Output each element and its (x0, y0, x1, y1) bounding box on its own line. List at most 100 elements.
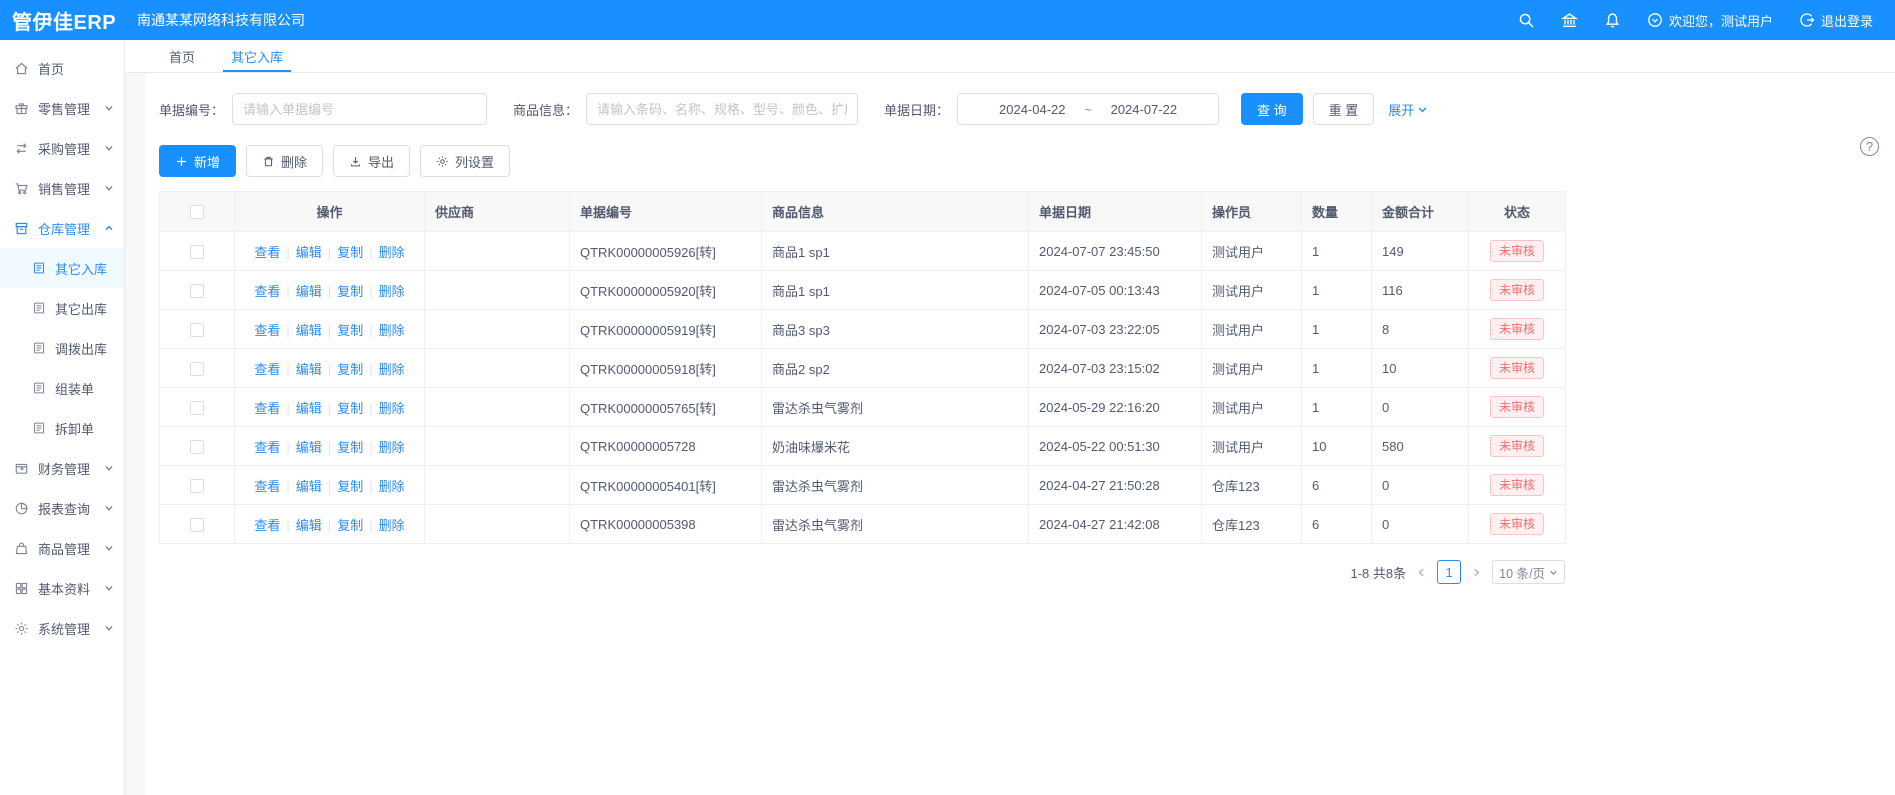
sidebar-item-sales[interactable]: 销售管理 (0, 168, 124, 208)
column-settings-button[interactable]: 列设置 (420, 145, 510, 177)
edit-link[interactable]: 编辑 (296, 323, 322, 338)
date-from-input[interactable] (984, 102, 1080, 117)
search-icon[interactable] (1518, 12, 1535, 29)
sidebar-item-retail[interactable]: 零售管理 (0, 88, 124, 128)
export-button[interactable]: 导出 (333, 145, 410, 177)
sidebar-item-finance[interactable]: 财务管理 (0, 448, 124, 488)
bank-icon[interactable] (1561, 12, 1578, 29)
row-checkbox[interactable] (190, 284, 204, 298)
view-link[interactable]: 查看 (254, 518, 280, 533)
delete-link[interactable]: 删除 (379, 479, 405, 494)
copy-link[interactable]: 复制 (337, 440, 363, 455)
supplier-cell (425, 427, 570, 466)
sidebar-item-purchase[interactable]: 采购管理 (0, 128, 124, 168)
sidebar-item-basic-data[interactable]: 基本资料 (0, 568, 124, 608)
row-checkbox[interactable] (190, 479, 204, 493)
view-link[interactable]: 查看 (254, 245, 280, 260)
doc-no-cell: QTRK00000005920[转] (570, 271, 762, 310)
edit-link[interactable]: 编辑 (296, 518, 322, 533)
sidebar-item-label: 调拨出库 (55, 339, 107, 358)
supplier-cell (425, 505, 570, 544)
sidebar-item-label: 零售管理 (38, 99, 90, 118)
sidebar-item-reports[interactable]: 报表查询 (0, 488, 124, 528)
delete-link[interactable]: 删除 (379, 401, 405, 416)
page-number[interactable]: 1 (1437, 560, 1461, 584)
qty-cell: 1 (1302, 271, 1372, 310)
view-link[interactable]: 查看 (254, 401, 280, 416)
operator-cell: 测试用户 (1202, 310, 1302, 349)
reset-button[interactable]: 重 置 (1313, 93, 1375, 125)
copy-link[interactable]: 复制 (337, 245, 363, 260)
expand-link[interactable]: 展开 (1388, 100, 1428, 119)
doc-no-cell: QTRK00000005919[转] (570, 310, 762, 349)
doc-no-input[interactable] (232, 93, 487, 125)
date-to-input[interactable] (1096, 102, 1192, 117)
prev-page-icon[interactable] (1416, 567, 1427, 578)
date-range-picker[interactable]: ~ (957, 93, 1219, 125)
edit-link[interactable]: 编辑 (296, 362, 322, 377)
copy-link[interactable]: 复制 (337, 323, 363, 338)
help-icon[interactable]: ? (1860, 137, 1879, 156)
row-checkbox[interactable] (190, 323, 204, 337)
copy-link[interactable]: 复制 (337, 284, 363, 299)
user-menu[interactable]: 欢迎您，测试用户 (1647, 11, 1773, 30)
home-icon (14, 61, 29, 76)
document-icon (32, 301, 46, 315)
tab-other-inbound[interactable]: 其它入库 (213, 40, 301, 72)
status-badge: 未审核 (1490, 474, 1544, 495)
product-info-input[interactable] (586, 93, 858, 125)
sidebar-item-other-outbound[interactable]: 其它出库 (0, 288, 124, 328)
delete-link[interactable]: 删除 (379, 518, 405, 533)
tab-home[interactable]: 首页 (151, 40, 213, 72)
sidebar-item-goods[interactable]: 商品管理 (0, 528, 124, 568)
chevron-down-icon (104, 623, 114, 633)
edit-link[interactable]: 编辑 (296, 479, 322, 494)
sidebar-item-warehouse[interactable]: 仓库管理 (0, 208, 124, 248)
bell-icon[interactable] (1604, 12, 1621, 29)
delete-link[interactable]: 删除 (379, 323, 405, 338)
row-checkbox[interactable] (190, 401, 204, 415)
copy-link[interactable]: 复制 (337, 479, 363, 494)
sidebar-item-transfer-outbound[interactable]: 调拨出库 (0, 328, 124, 368)
edit-link[interactable]: 编辑 (296, 440, 322, 455)
edit-link[interactable]: 编辑 (296, 284, 322, 299)
row-checkbox[interactable] (190, 245, 204, 259)
page-size-select[interactable]: 10 条/页 (1492, 560, 1565, 584)
copy-link[interactable]: 复制 (337, 401, 363, 416)
row-checkbox[interactable] (190, 362, 204, 376)
view-link[interactable]: 查看 (254, 440, 280, 455)
add-button[interactable]: 新增 (159, 145, 236, 177)
row-checkbox[interactable] (190, 518, 204, 532)
logout-button[interactable]: 退出登录 (1799, 11, 1873, 30)
search-button[interactable]: 查 询 (1241, 93, 1303, 125)
sidebar-item-label: 商品管理 (38, 539, 90, 558)
sidebar-item-label: 首页 (38, 59, 64, 78)
copy-link[interactable]: 复制 (337, 518, 363, 533)
gear-icon (14, 621, 29, 636)
edit-link[interactable]: 编辑 (296, 245, 322, 260)
select-all-checkbox[interactable] (190, 205, 204, 219)
view-link[interactable]: 查看 (254, 362, 280, 377)
operator-cell: 仓库123 (1202, 505, 1302, 544)
view-link[interactable]: 查看 (254, 284, 280, 299)
delete-link[interactable]: 删除 (379, 245, 405, 260)
next-page-icon[interactable] (1471, 567, 1482, 578)
sidebar-item-system[interactable]: 系统管理 (0, 608, 124, 648)
status-badge: 未审核 (1490, 435, 1544, 456)
sidebar-item-home[interactable]: 首页 (0, 48, 124, 88)
delete-link[interactable]: 删除 (379, 362, 405, 377)
view-link[interactable]: 查看 (254, 479, 280, 494)
edit-link[interactable]: 编辑 (296, 401, 322, 416)
delete-link[interactable]: 删除 (379, 440, 405, 455)
sidebar-item-assembly[interactable]: 组装单 (0, 368, 124, 408)
sidebar-item-disassembly[interactable]: 拆卸单 (0, 408, 124, 448)
delete-link[interactable]: 删除 (379, 284, 405, 299)
copy-link[interactable]: 复制 (337, 362, 363, 377)
operator-cell: 测试用户 (1202, 349, 1302, 388)
view-link[interactable]: 查看 (254, 323, 280, 338)
qty-cell: 6 (1302, 505, 1372, 544)
delete-button[interactable]: 删除 (246, 145, 323, 177)
gift-icon (14, 101, 29, 116)
sidebar-item-other-inbound[interactable]: 其它入库 (0, 248, 124, 288)
row-checkbox[interactable] (190, 440, 204, 454)
